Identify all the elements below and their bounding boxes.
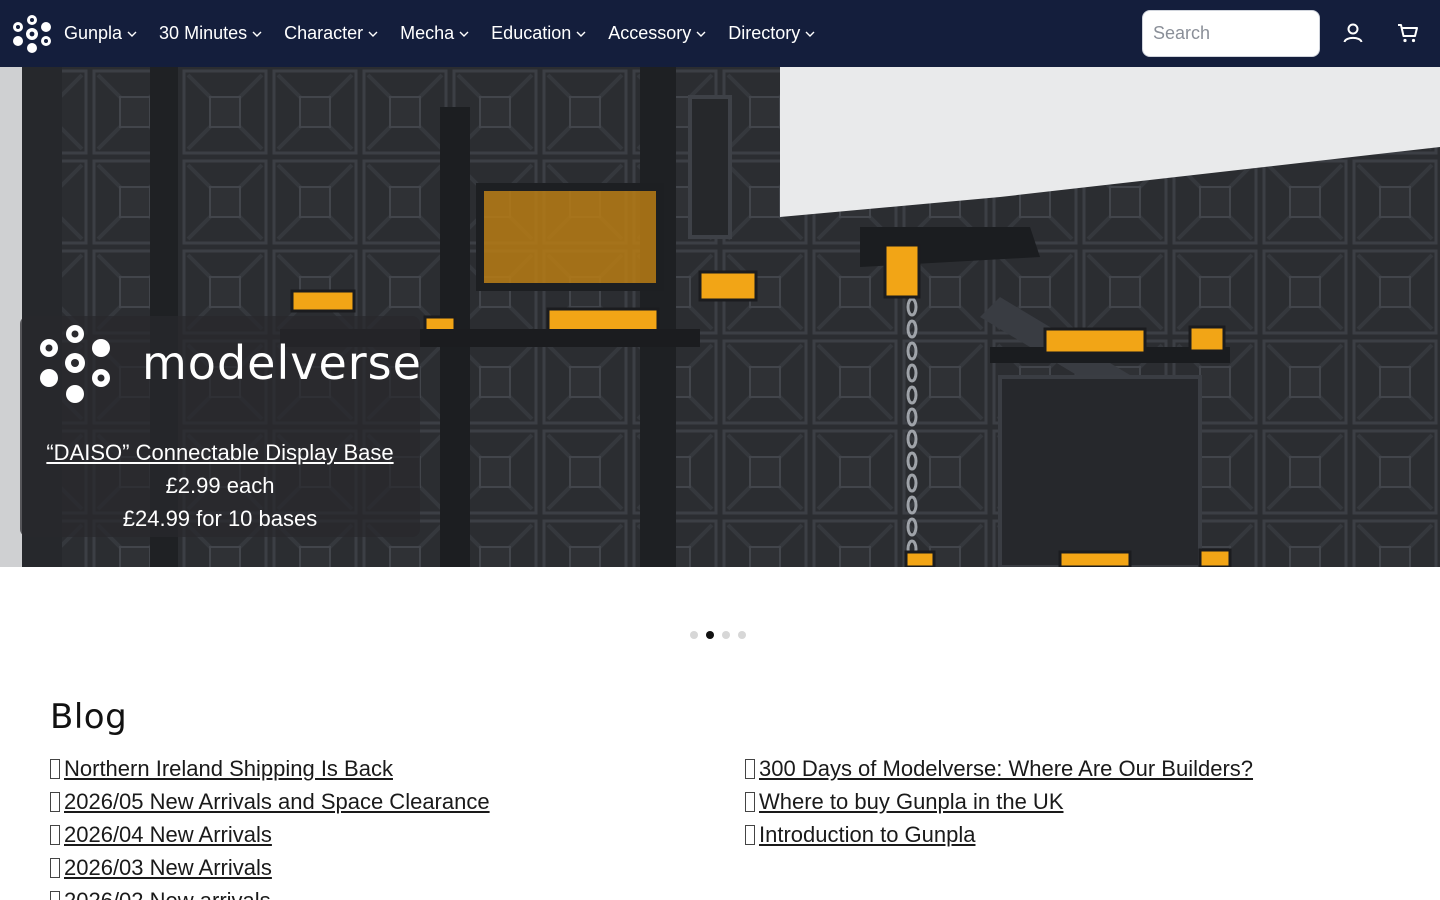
blog-post-title: Where to buy Gunpla in the UK <box>759 789 1064 814</box>
missing-glyph-icon <box>745 825 755 845</box>
blog-post-link[interactable]: Where to buy Gunpla in the UK <box>745 789 1253 822</box>
blog-post-link[interactable]: 2026/03 New Arrivals <box>50 855 490 888</box>
carousel-dot-1[interactable] <box>690 631 698 639</box>
blog-post-link[interactable]: 2026/02 New arrivals <box>50 888 490 900</box>
missing-glyph-icon <box>50 792 60 812</box>
missing-glyph-icon <box>50 891 60 900</box>
main-menu: Gunpla 30 Minutes Character Mecha Educat… <box>64 0 837 67</box>
blog-post-title: Northern Ireland Shipping Is Back <box>64 756 393 781</box>
nav-item-label: Directory <box>728 23 801 43</box>
blog-post-title: 2026/03 New Arrivals <box>64 855 272 880</box>
cart-icon[interactable] <box>1396 21 1420 45</box>
nav-item-label: Mecha <box>400 23 455 43</box>
blog-list-left: Northern Ireland Shipping Is Back 2026/0… <box>50 756 490 900</box>
blog-post-title: 2026/04 New Arrivals <box>64 822 272 847</box>
nav-item-label: Accessory <box>608 23 692 43</box>
blog-heading: Blog <box>50 697 128 737</box>
modelverse-logo-icon[interactable] <box>10 12 54 56</box>
nav-item-label: Education <box>491 23 572 43</box>
missing-glyph-icon <box>50 825 60 845</box>
price-each: £2.99 each <box>165 473 275 498</box>
blog-post-title: 2026/05 New Arrivals and Space Clearance <box>64 789 490 814</box>
blog-post-title: 300 Days of Modelverse: Where Are Our Bu… <box>759 756 1254 781</box>
nav-item-accessory[interactable]: Accessory <box>608 23 706 44</box>
search-input[interactable] <box>1142 10 1320 57</box>
blog-list-right: 300 Days of Modelverse: Where Are Our Bu… <box>745 756 1253 855</box>
carousel-pagination <box>690 631 746 639</box>
blog-post-link[interactable]: Introduction to Gunpla <box>745 822 1253 855</box>
nav-item-directory[interactable]: Directory <box>728 23 815 44</box>
nav-item-label: Character <box>284 23 364 43</box>
brand-wordmark: modelverse <box>142 336 422 390</box>
promo-card: modelverse “DAISO” Connectable Display B… <box>20 316 422 537</box>
chevron-down-icon <box>805 31 815 37</box>
nav-item-gunpla[interactable]: Gunpla <box>64 23 137 44</box>
blog-post-title: Introduction to Gunpla <box>759 822 976 847</box>
blog-post-title: 2026/02 New arrivals <box>64 888 271 900</box>
chevron-down-icon <box>368 31 378 37</box>
nav-item-education[interactable]: Education <box>491 23 586 44</box>
carousel-dot-3[interactable] <box>722 631 730 639</box>
blog-post-link[interactable]: Northern Ireland Shipping Is Back <box>50 756 490 789</box>
nav-item-30-minutes[interactable]: 30 Minutes <box>159 23 262 44</box>
price-bundle: £24.99 for 10 bases <box>122 506 318 531</box>
hero-carousel-slide[interactable]: modelverse “DAISO” Connectable Display B… <box>0 67 1440 567</box>
chevron-down-icon <box>252 31 262 37</box>
chevron-down-icon <box>459 31 469 37</box>
carousel-dot-2[interactable] <box>706 631 714 639</box>
top-navigation-bar: Gunpla 30 Minutes Character Mecha Educat… <box>0 0 1440 67</box>
chevron-down-icon <box>127 31 137 37</box>
user-icon[interactable] <box>1341 21 1365 45</box>
product-link[interactable]: “DAISO” Connectable Display Base <box>20 440 420 466</box>
nav-item-label: Gunpla <box>64 23 123 43</box>
missing-glyph-icon <box>745 759 755 779</box>
missing-glyph-icon <box>50 759 60 779</box>
missing-glyph-icon <box>745 792 755 812</box>
nav-item-character[interactable]: Character <box>284 23 378 44</box>
chevron-down-icon <box>576 31 586 37</box>
blog-post-link[interactable]: 2026/04 New Arrivals <box>50 822 490 855</box>
chevron-down-icon <box>696 31 706 37</box>
nav-item-mecha[interactable]: Mecha <box>400 23 469 44</box>
nav-item-label: 30 Minutes <box>159 23 248 43</box>
carousel-dot-4[interactable] <box>738 631 746 639</box>
blog-post-link[interactable]: 300 Days of Modelverse: Where Are Our Bu… <box>745 756 1253 789</box>
blog-post-link[interactable]: 2026/05 New Arrivals and Space Clearance <box>50 789 490 822</box>
missing-glyph-icon <box>50 858 60 878</box>
